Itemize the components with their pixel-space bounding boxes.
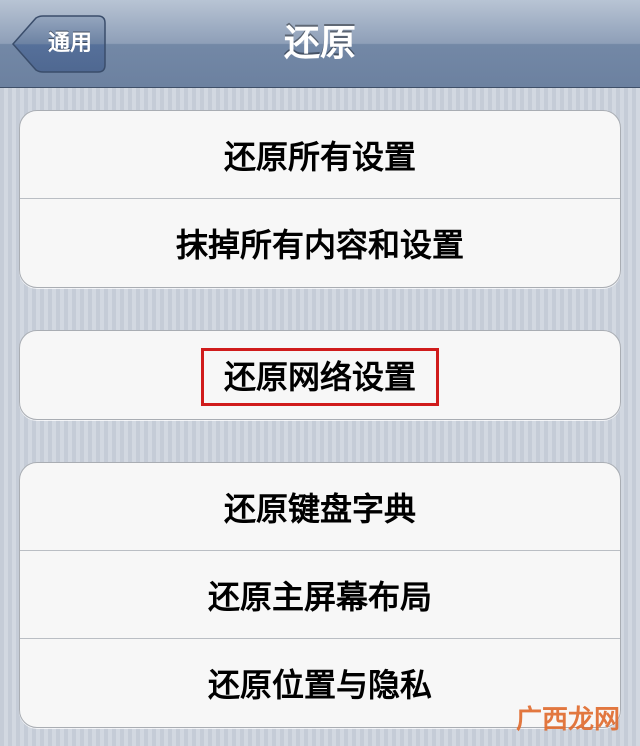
row-label: 还原所有设置 [223,138,416,176]
reset-keyboard-dictionary-button[interactable]: 还原键盘字典 [20,463,620,551]
highlighted-row-label: 还原网络设置 [200,348,439,406]
row-label: 抹掉所有内容和设置 [175,226,464,264]
page-title: 还原 [283,23,356,64]
settings-group-network: 还原网络设置 [19,330,621,420]
erase-all-content-button[interactable]: 抹掉所有内容和设置 [20,199,620,287]
settings-group-reset-all: 还原所有设置 抹掉所有内容和设置 [19,110,621,288]
back-button-label: 通用 [47,31,92,56]
navigation-bar: 通用 还原 [0,0,640,88]
row-label: 还原位置与隐私 [207,666,432,704]
row-label: 还原主屏幕布局 [207,578,432,616]
reset-network-settings-button[interactable]: 还原网络设置 [20,331,620,419]
back-button[interactable]: 通用 [10,15,106,73]
reset-all-settings-button[interactable]: 还原所有设置 [20,111,620,199]
row-label: 还原键盘字典 [223,490,416,528]
watermark-logo: 广西龙网 [515,705,620,735]
settings-group-other-resets: 还原键盘字典 还原主屏幕布局 还原位置与隐私 [19,462,621,728]
reset-home-screen-layout-button[interactable]: 还原主屏幕布局 [20,551,620,639]
